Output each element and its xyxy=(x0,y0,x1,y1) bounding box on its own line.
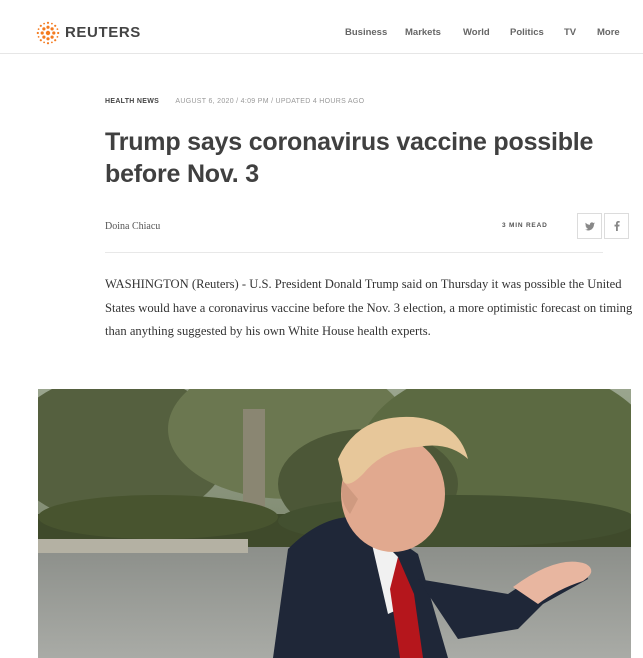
nav-item-markets[interactable]: Markets xyxy=(405,27,441,39)
nav-item-business[interactable]: Business xyxy=(345,27,387,39)
nav-item-tv[interactable]: TV xyxy=(564,27,576,39)
share-facebook-button[interactable] xyxy=(604,213,629,239)
nav-item-more[interactable]: More xyxy=(597,27,620,39)
twitter-icon xyxy=(584,221,595,230)
lead-photo[interactable] xyxy=(38,389,631,658)
photo-illustration xyxy=(38,389,631,658)
author-byline[interactable]: Doina Chiacu xyxy=(105,221,160,232)
article-lede: WASHINGTON (Reuters) - U.S. President Do… xyxy=(105,277,633,339)
main-nav: Business Markets World Politics TV More xyxy=(0,27,643,41)
divider xyxy=(105,252,603,253)
section-label[interactable]: HEALTH NEWS xyxy=(105,98,159,105)
share-twitter-button[interactable] xyxy=(577,213,602,239)
read-time: 3 MIN READ xyxy=(502,222,548,229)
dateline: AUGUST 6, 2020 / 4:09 PM / UPDATED 4 HOU… xyxy=(175,98,365,105)
facebook-icon xyxy=(614,221,620,231)
headline: Trump says coronavirus vaccine possible … xyxy=(105,128,594,188)
nav-item-politics[interactable]: Politics xyxy=(510,27,544,39)
nav-item-world[interactable]: World xyxy=(463,27,490,39)
site-header: REUTERS Business Markets World Politics … xyxy=(0,0,643,54)
article-meta: HEALTH NEWS AUGUST 6, 2020 / 4:09 PM / U… xyxy=(105,97,364,106)
